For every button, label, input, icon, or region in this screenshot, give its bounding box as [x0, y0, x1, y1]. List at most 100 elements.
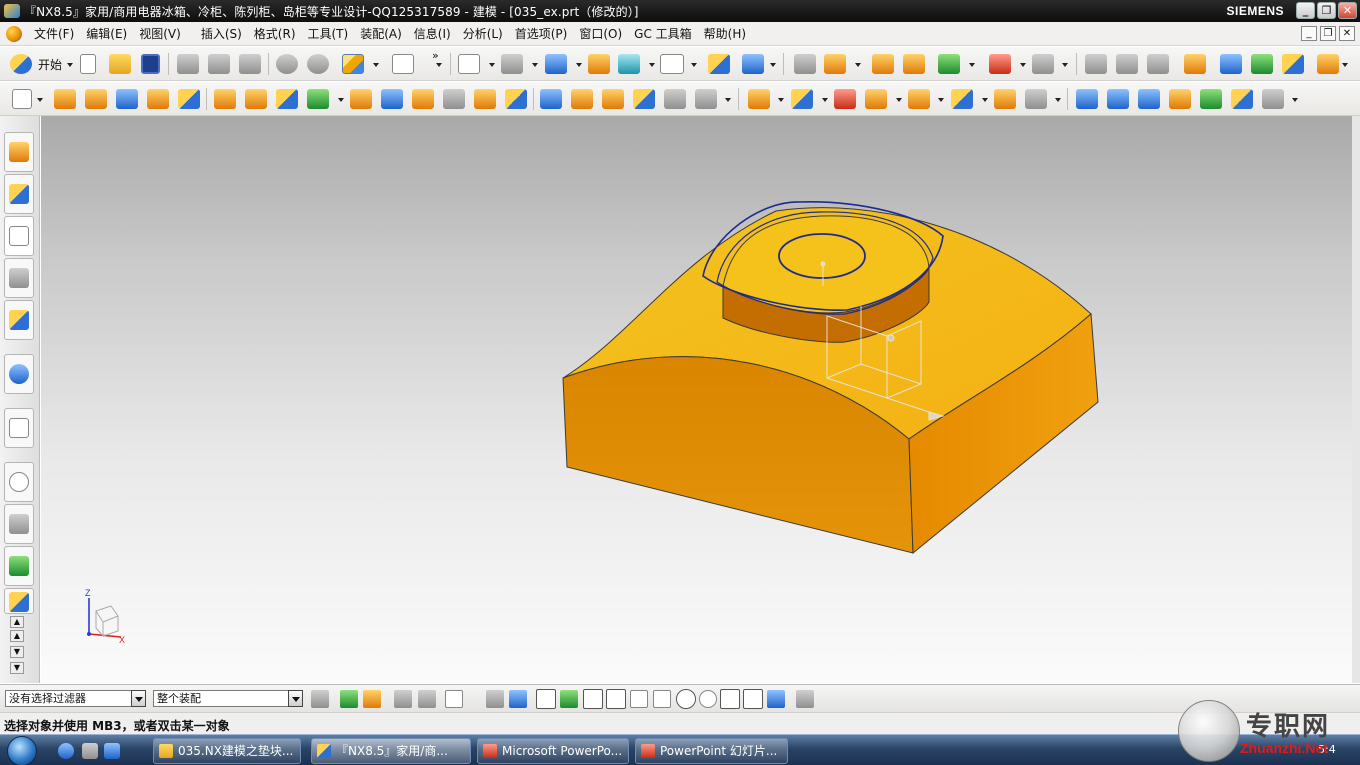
view-triad-icon[interactable]: [618, 54, 640, 74]
assembly-navigator-tab[interactable]: [4, 132, 34, 172]
graphics-window[interactable]: Z X: [41, 116, 1360, 683]
through-curves-icon[interactable]: [1076, 89, 1098, 109]
snap-midpoint-icon[interactable]: [606, 689, 626, 709]
menu-tools[interactable]: 工具(T): [302, 25, 355, 42]
reuse-library-tab[interactable]: [4, 258, 34, 298]
through-mesh-icon[interactable]: [1107, 89, 1129, 109]
emboss-icon[interactable]: [178, 89, 200, 109]
delete-face-icon[interactable]: [834, 89, 856, 109]
sheet-body-filter-icon[interactable]: [509, 690, 527, 708]
snap-existing-point-icon[interactable]: [720, 689, 740, 709]
scale-body-icon[interactable]: [664, 89, 686, 109]
feature-filter-icon[interactable]: [363, 690, 381, 708]
model-dropdown-icon[interactable]: [373, 63, 379, 67]
extrude-icon[interactable]: [54, 89, 76, 109]
render-dropdown-icon[interactable]: [532, 63, 538, 67]
thicken-icon[interactable]: [633, 89, 655, 109]
snap-intersection-icon[interactable]: [653, 690, 671, 708]
menu-window[interactable]: 窗口(O): [573, 25, 628, 42]
constraint-navigator-tab[interactable]: [4, 174, 34, 214]
ruler-dropdown-icon[interactable]: [1062, 63, 1068, 67]
shaded-cube-icon[interactable]: [545, 54, 567, 74]
snap-point-icon[interactable]: [872, 54, 894, 74]
frame-icon[interactable]: [1085, 54, 1107, 74]
chevron-down-icon[interactable]: [288, 690, 303, 707]
make-coplanar-icon[interactable]: [994, 89, 1016, 109]
cut-icon[interactable]: [177, 54, 199, 74]
properties-icon[interactable]: [392, 54, 414, 74]
variable-blend-icon[interactable]: [602, 89, 624, 109]
rectangle-select-icon[interactable]: [445, 690, 463, 708]
doc-close-button[interactable]: ✕: [1339, 26, 1355, 41]
start-icon[interactable]: [10, 54, 32, 74]
datum-csys-icon[interactable]: [824, 54, 846, 74]
block-icon[interactable]: [116, 89, 138, 109]
offset-region-icon[interactable]: [908, 89, 930, 109]
task-explorer-folder[interactable]: 035.NX建模之垫块...: [153, 738, 301, 764]
play-icon[interactable]: [938, 54, 960, 74]
system-materials-tab[interactable]: [4, 504, 34, 544]
orient-dropdown-icon[interactable]: [576, 63, 582, 67]
process-studio-tab[interactable]: [4, 546, 34, 586]
offset-region-dropdown-icon[interactable]: [938, 98, 944, 102]
layers-icon[interactable]: [1116, 54, 1138, 74]
scroll-down-icon[interactable]: ▼: [10, 662, 24, 674]
windows-start-button[interactable]: [7, 736, 37, 765]
ruled-icon[interactable]: [1200, 89, 1222, 109]
eraser-icon[interactable]: [1184, 54, 1206, 74]
menu-format[interactable]: 格式(R): [248, 25, 302, 42]
text-abc-icon[interactable]: [1317, 54, 1339, 74]
rib-icon[interactable]: [245, 89, 267, 109]
toolbar-overflow-dropdown-icon[interactable]: [436, 63, 442, 67]
revolve-icon[interactable]: [85, 89, 107, 109]
stack-icon[interactable]: [1147, 54, 1169, 74]
resize-blend-icon[interactable]: [951, 89, 973, 109]
scroll-down-step-icon[interactable]: ▼: [10, 646, 24, 658]
background-dropdown-icon[interactable]: [691, 63, 697, 67]
menu-edit[interactable]: 编辑(E): [80, 25, 133, 42]
menu-analysis[interactable]: 分析(L): [457, 25, 509, 42]
task-powerpoint[interactable]: Microsoft PowerPo...: [477, 738, 629, 764]
boss-icon[interactable]: [214, 89, 236, 109]
pattern-icon[interactable]: [276, 89, 298, 109]
menu-gc-toolbox[interactable]: GC 工具箱: [628, 25, 698, 42]
unite-icon[interactable]: [307, 89, 329, 109]
nx-app-icon[interactable]: [4, 4, 20, 18]
snap-on-surface-icon[interactable]: [767, 690, 785, 708]
wcs-icon[interactable]: [708, 54, 730, 74]
measure-dropdown-icon[interactable]: [1020, 63, 1026, 67]
component-icon[interactable]: [1282, 54, 1304, 74]
n-sided-surface-icon[interactable]: [1169, 89, 1191, 109]
reset-filter-icon[interactable]: [340, 690, 358, 708]
layer-settings-icon[interactable]: [794, 54, 816, 74]
unite-dropdown-icon[interactable]: [338, 98, 344, 102]
nx-menu-icon[interactable]: [6, 25, 22, 42]
play-dropdown-icon[interactable]: [969, 63, 975, 67]
replace-face-icon[interactable]: [865, 89, 887, 109]
pull-dropdown-icon[interactable]: [822, 98, 828, 102]
menu-assembly[interactable]: 装配(A): [354, 25, 408, 42]
sync-move-icon[interactable]: [748, 89, 770, 109]
snap-control-point-icon[interactable]: [560, 690, 578, 708]
scroll-up-step-icon[interactable]: ▲: [10, 630, 24, 642]
menu-information[interactable]: 信息(I): [408, 25, 457, 42]
undo-icon[interactable]: [276, 54, 298, 74]
roles-tab[interactable]: [4, 588, 34, 614]
restore-button[interactable]: ❐: [1317, 2, 1336, 19]
pull-face-icon[interactable]: [791, 89, 813, 109]
web-browser-tab[interactable]: [4, 354, 34, 394]
offset-surface-icon[interactable]: [1262, 89, 1284, 109]
ruler-icon[interactable]: [1032, 54, 1054, 74]
task-powerpoint-slideshow[interactable]: PowerPoint 幻灯片...: [635, 738, 788, 764]
surface-dropdown-icon[interactable]: [1292, 98, 1298, 102]
sketch-icon[interactable]: [12, 89, 32, 109]
draft-icon[interactable]: [505, 89, 527, 109]
part-navigator-tab[interactable]: [4, 216, 34, 256]
quick-pick-icon[interactable]: [796, 690, 814, 708]
sync-move-dropdown-icon[interactable]: [778, 98, 784, 102]
menu-preferences[interactable]: 首选项(P): [509, 25, 574, 42]
doc-restore-button[interactable]: ❐: [1320, 26, 1336, 41]
minimize-button[interactable]: _: [1296, 2, 1315, 19]
fit-view-icon[interactable]: [458, 54, 480, 74]
swept-icon[interactable]: [1138, 89, 1160, 109]
